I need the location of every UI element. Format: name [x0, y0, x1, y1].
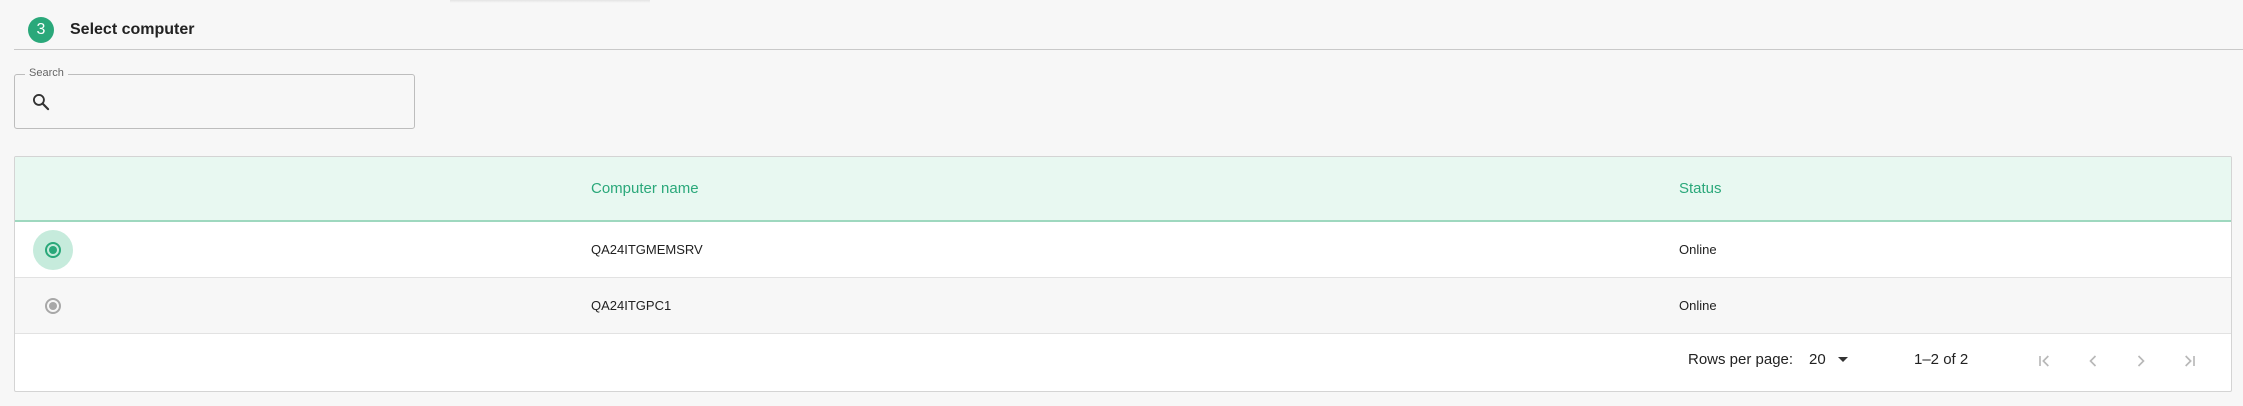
step-header: 3 Select computer	[28, 16, 194, 44]
step-number-badge: 3	[28, 17, 54, 43]
table-pagination: Rows per page: 20 1–2 of 2	[15, 334, 2231, 389]
computer-name-cell: QA24ITGMEMSRV	[591, 242, 703, 257]
row-radio-button[interactable]	[33, 230, 73, 270]
step-divider	[14, 49, 2243, 50]
next-page-icon	[2137, 355, 2145, 367]
rows-per-page-select[interactable]: 20	[1809, 351, 1848, 368]
computer-name-cell: QA24ITGPC1	[591, 298, 672, 313]
column-header-status[interactable]: Status	[1679, 180, 1722, 197]
first-page-button[interactable]	[2031, 347, 2059, 375]
first-page-icon	[2039, 355, 2049, 367]
table-row[interactable]: QA24ITGPC1 Online	[15, 278, 2231, 334]
status-cell: Online	[1679, 242, 1717, 257]
radio-unchecked-icon	[45, 298, 61, 314]
status-cell: Online	[1679, 298, 1717, 313]
table-header: Computer name Status	[15, 157, 2231, 222]
previous-page-button[interactable]	[2079, 347, 2107, 375]
next-page-button[interactable]	[2127, 347, 2155, 375]
last-page-icon	[2185, 355, 2195, 367]
top-shadow-decoration	[450, 0, 650, 3]
table-row[interactable]: QA24ITGMEMSRV Online	[15, 222, 2231, 278]
dropdown-arrow-icon	[1837, 357, 1848, 362]
search-field: Search	[14, 67, 415, 129]
previous-page-icon	[2089, 355, 2097, 367]
rows-per-page-value: 20	[1809, 351, 1826, 368]
step-title: Select computer	[70, 21, 195, 38]
computer-table: Computer name Status QA24ITGMEMSRV Onlin…	[14, 156, 2232, 392]
search-icon	[33, 94, 50, 111]
search-label: Search	[25, 67, 68, 79]
radio-checked-icon	[45, 242, 61, 258]
last-page-button[interactable]	[2175, 347, 2203, 375]
column-header-computer-name[interactable]: Computer name	[591, 180, 699, 197]
row-radio-button[interactable]	[33, 286, 73, 326]
search-input[interactable]	[63, 83, 407, 121]
rows-per-page-label: Rows per page:	[1688, 351, 1794, 368]
pagination-range: 1–2 of 2	[1914, 351, 1969, 368]
